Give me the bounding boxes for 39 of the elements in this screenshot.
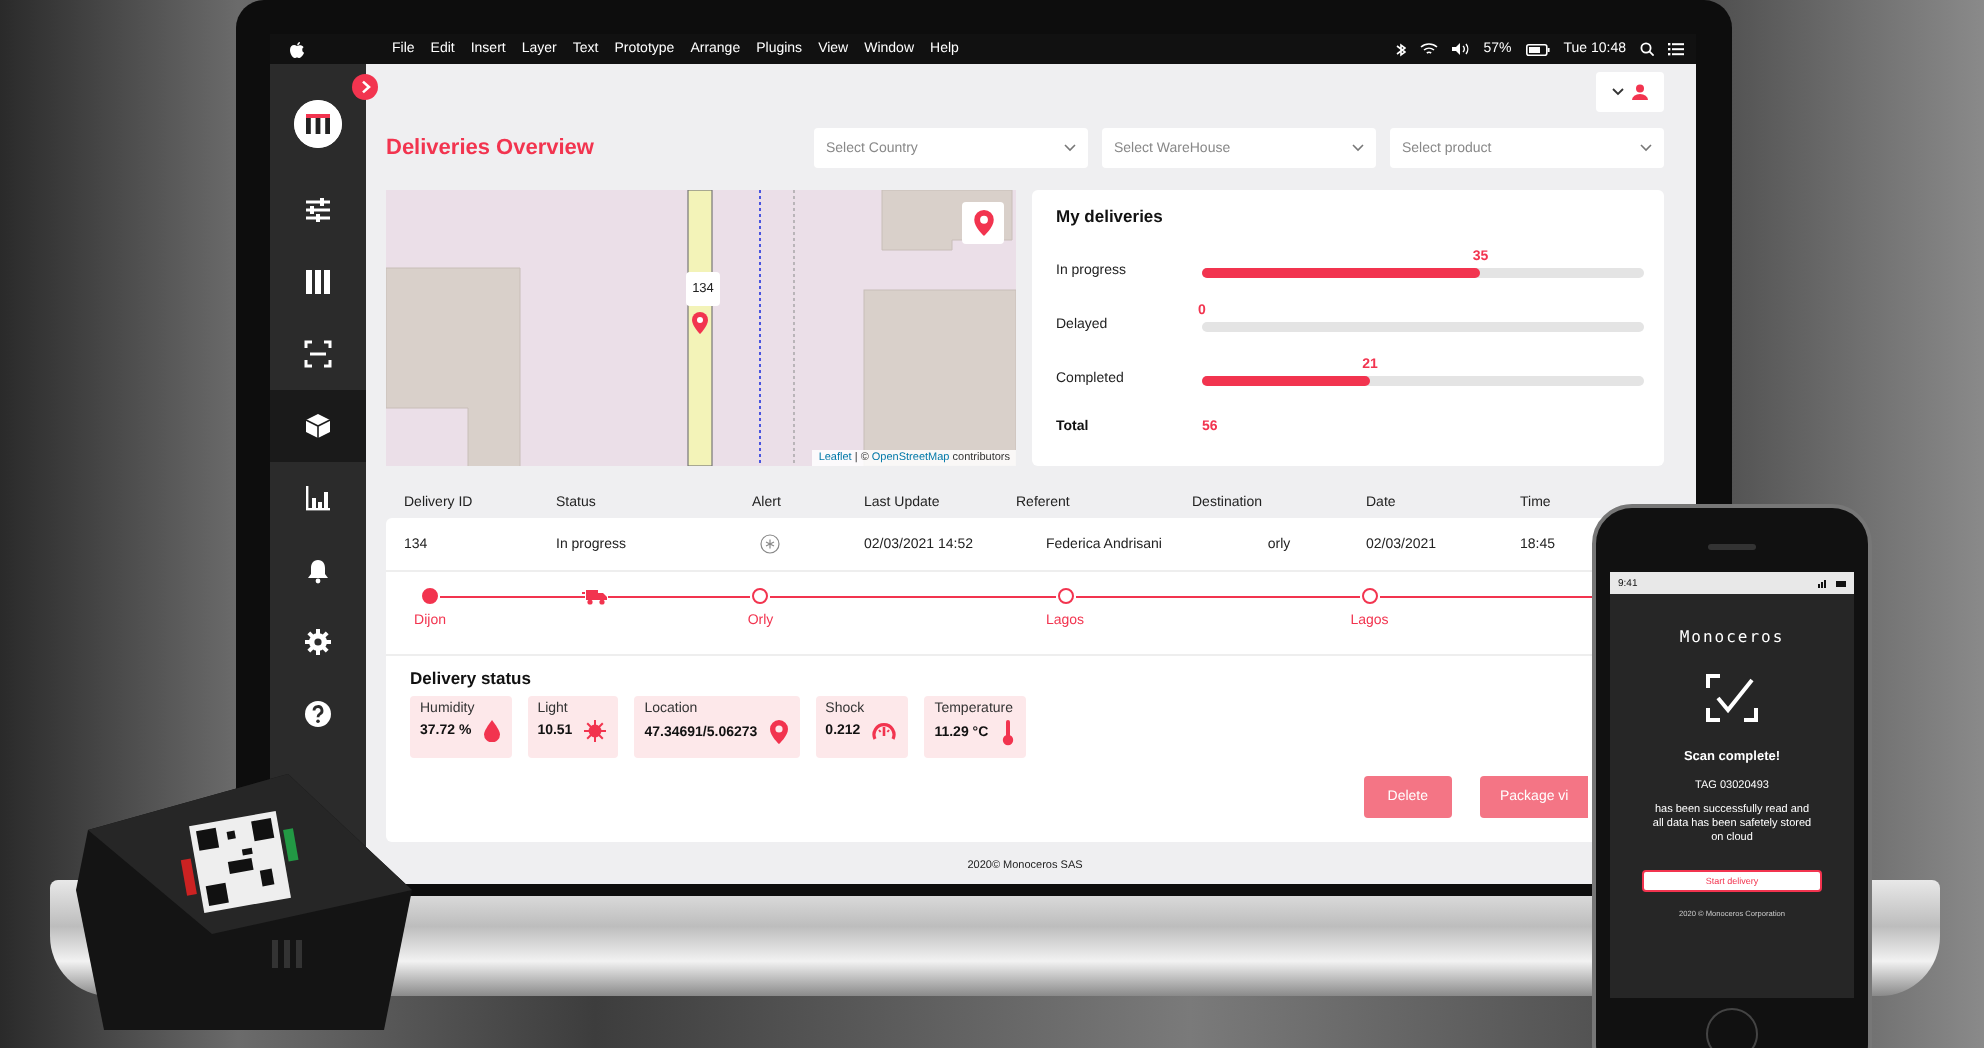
chevron-down-icon [1064, 144, 1076, 152]
expand-button[interactable] [352, 74, 378, 100]
battery-icon[interactable] [1525, 43, 1550, 55]
scan-icon [304, 340, 332, 368]
search-icon[interactable] [1640, 42, 1654, 56]
sliders-icon [304, 196, 332, 224]
pin-icon [973, 210, 993, 236]
bell-icon [304, 556, 332, 584]
sun-icon [584, 720, 607, 742]
droplet-icon [483, 720, 500, 742]
card-title: My deliveries [1056, 206, 1165, 226]
page-title: Deliveries Overview [386, 136, 596, 160]
user-icon [1632, 84, 1648, 100]
alert-icon [760, 534, 780, 554]
user-menu-button[interactable] [1596, 72, 1664, 112]
brand-name: Monoceros [1679, 628, 1785, 646]
gauge-icon [872, 720, 897, 740]
pin-icon [769, 720, 788, 744]
list-icon[interactable] [1668, 42, 1684, 56]
chevron-right-icon [359, 80, 371, 94]
help-icon [304, 700, 332, 728]
columns-icon [304, 268, 332, 296]
signal-icon [1818, 579, 1846, 587]
apple-icon [290, 41, 304, 57]
section-title: Delivery status [410, 668, 533, 688]
sidebar-item[interactable] [270, 390, 366, 462]
logo-icon [294, 100, 342, 148]
chevron-down-icon [1352, 144, 1364, 152]
wifi-icon[interactable] [1419, 42, 1438, 56]
chevron-down-icon [1640, 144, 1652, 152]
locate-button[interactable] [962, 202, 1004, 244]
chevron-down-icon [1612, 88, 1624, 96]
settings-icon [304, 628, 332, 656]
volume-icon[interactable] [1451, 42, 1470, 56]
scan-check-icon [1706, 674, 1758, 722]
bluetooth-icon[interactable] [1395, 41, 1406, 57]
bar-chart-icon [304, 484, 332, 512]
thermometer-icon [1001, 720, 1013, 746]
box-icon [304, 412, 332, 440]
